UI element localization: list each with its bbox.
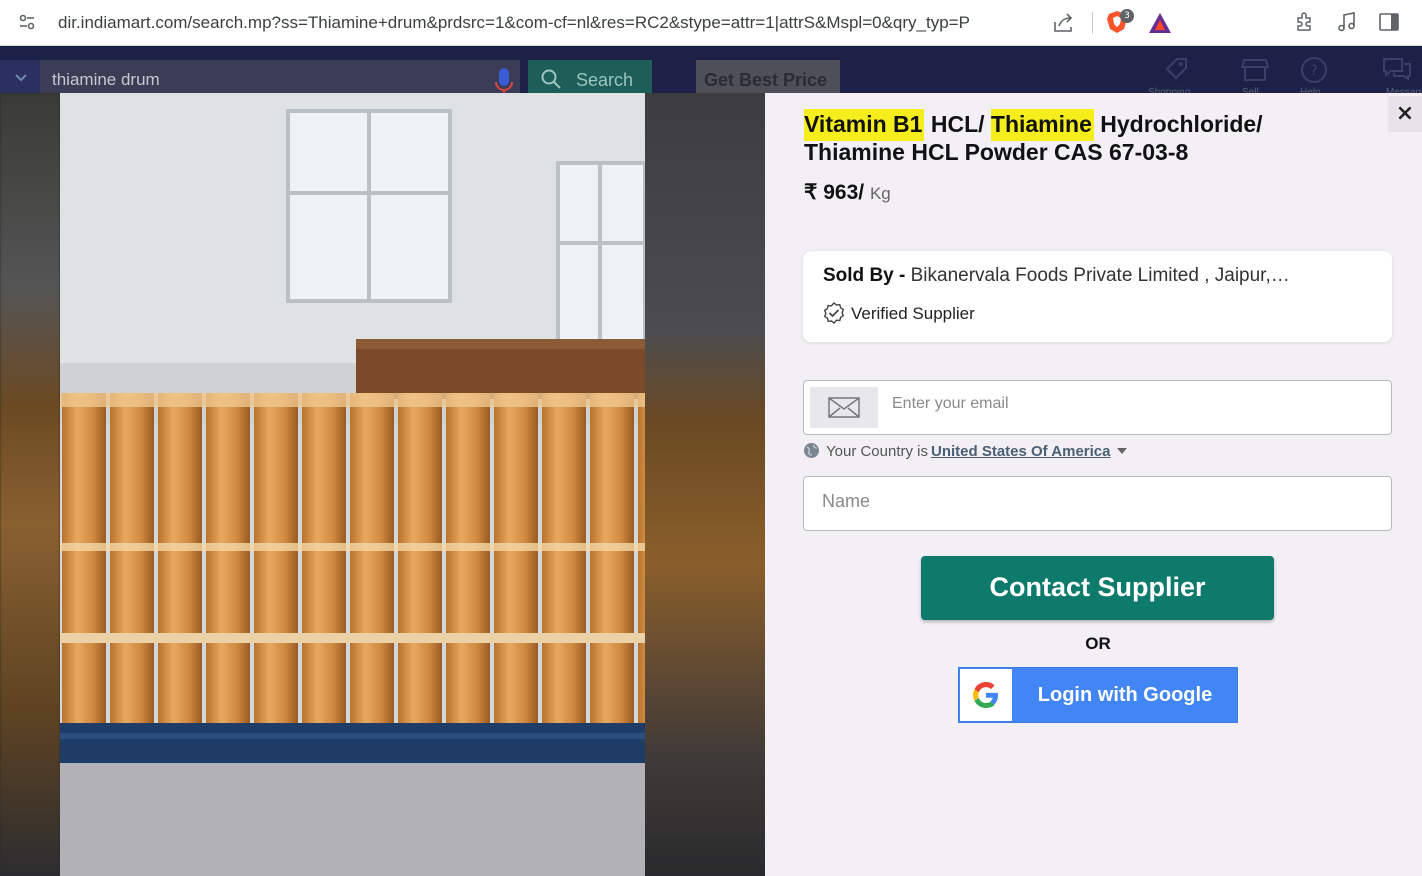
product-image-viewer (0, 93, 765, 876)
search-input[interactable]: thiamine drum (40, 60, 520, 96)
store-icon[interactable] (1241, 56, 1269, 82)
google-button-label: Login with Google (1037, 684, 1213, 706)
country-prefix: Your Country is (826, 443, 928, 460)
messages-icon[interactable] (1382, 56, 1412, 82)
contact-supplier-button[interactable]: Contact Supplier (921, 556, 1274, 620)
name-input[interactable] (822, 491, 1362, 512)
shields-badge: 3 (1120, 9, 1134, 23)
get-best-price-label: Get Best Price (704, 70, 828, 90)
title-highlight-2: Thiamine (990, 109, 1094, 141)
sidebar-icon[interactable] (1378, 11, 1400, 33)
image-backdrop-left (0, 93, 60, 876)
currency-symbol: ₹ (804, 181, 818, 204)
login-with-google-button[interactable]: Login with Google (958, 667, 1238, 723)
verified-check-icon (823, 302, 845, 324)
shopping-tag-icon[interactable] (1164, 56, 1190, 82)
seller-card: Sold By - Bikanervala Foods Private Limi… (803, 251, 1392, 342)
search-button[interactable]: Search (528, 60, 652, 96)
google-g-icon (973, 682, 998, 708)
product-image (60, 93, 645, 876)
svg-text:?: ? (1310, 63, 1317, 79)
title-text-1: HCL/ (924, 111, 991, 137)
product-title: Vitamin B1 HCL/ Thiamine Hydrochloride/ … (804, 109, 1364, 166)
search-icon (541, 69, 561, 89)
email-icon-box (810, 387, 878, 428)
google-logo-box (960, 669, 1012, 721)
chevron-down-icon (15, 74, 27, 82)
price-unit: Kg (869, 184, 891, 203)
envelope-icon (828, 397, 860, 418)
or-separator: OR (1085, 634, 1111, 653)
verified-supplier: Verified Supplier (823, 302, 975, 324)
verified-label: Verified Supplier (851, 304, 975, 323)
sold-by-label: Sold By - (823, 265, 906, 286)
category-dropdown[interactable] (0, 60, 40, 96)
product-price: ₹ 963/ Kg (804, 180, 891, 205)
url-text[interactable]: dir.indiamart.com/search.mp?ss=Thiamine+… (58, 13, 970, 33)
seller-line: Sold By - Bikanervala Foods Private Limi… (823, 265, 1383, 287)
brave-shields-icon[interactable]: 3 (1106, 9, 1134, 39)
search-value: thiamine drum (52, 70, 160, 89)
help-icon[interactable]: ? (1300, 56, 1328, 84)
email-field[interactable] (803, 380, 1392, 435)
globe-icon (804, 443, 819, 458)
price-value: 963/ (823, 181, 865, 204)
seller-name[interactable]: Bikanervala Foods Private Limited , Jaip… (911, 265, 1290, 286)
search-button-label: Search (576, 70, 634, 90)
browser-toolbar: dir.indiamart.com/search.mp?ss=Thiamine+… (0, 0, 1422, 46)
name-field[interactable] (803, 476, 1392, 531)
email-input[interactable] (892, 395, 1372, 413)
caret-down-icon[interactable] (1116, 448, 1127, 454)
brave-rewards-icon[interactable] (1148, 12, 1172, 34)
title-highlight-1: Vitamin B1 (804, 109, 925, 141)
window-left (286, 109, 452, 303)
divider (1092, 12, 1093, 34)
close-button[interactable]: × (1388, 96, 1422, 132)
country-selector: Your Country is United States Of America (803, 442, 1127, 460)
media-controls-icon[interactable] (1336, 11, 1358, 33)
image-backdrop-right (645, 93, 765, 876)
address-bar[interactable]: dir.indiamart.com/search.mp?ss=Thiamine+… (6, 3, 1174, 41)
site-settings-icon[interactable] (18, 13, 36, 31)
microphone-icon[interactable] (494, 66, 514, 96)
share-icon[interactable] (1052, 12, 1074, 34)
get-best-price-button[interactable]: Get Best Price (696, 60, 840, 96)
extensions-icon[interactable] (1294, 11, 1316, 33)
site-header: thiamine drum Search Get Best Price Shop… (0, 47, 1422, 98)
window-right (556, 161, 645, 345)
country-link[interactable]: United States Of America (931, 443, 1111, 460)
